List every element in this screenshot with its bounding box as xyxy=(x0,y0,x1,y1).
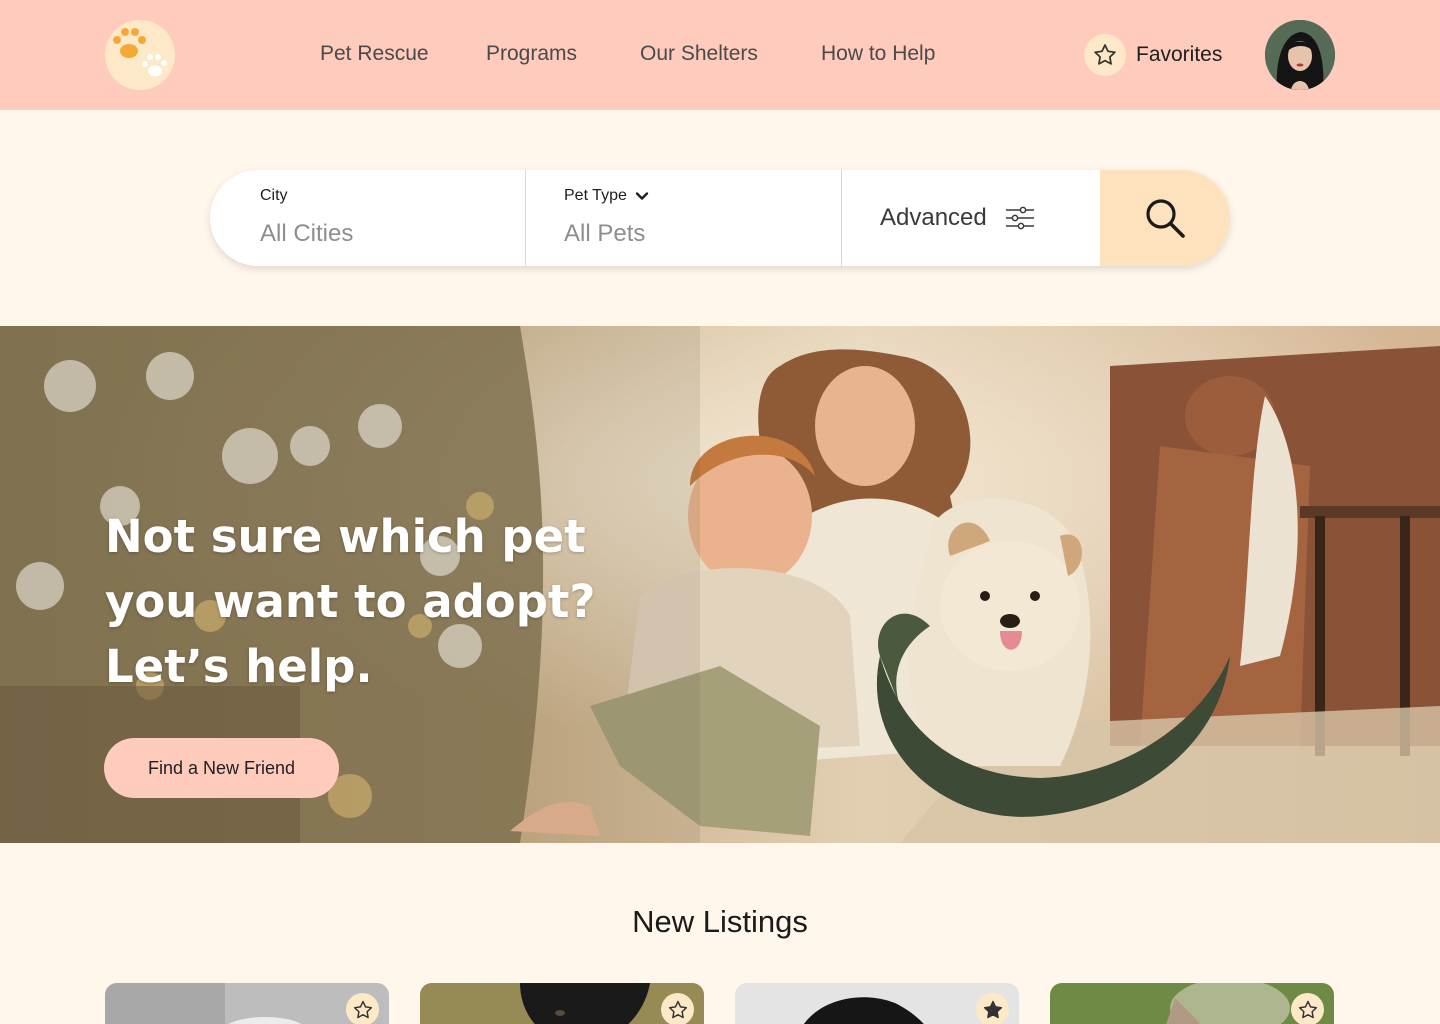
logo[interactable] xyxy=(105,20,175,90)
listing-card-2[interactable] xyxy=(420,983,704,1024)
hero-headline-line-1: Not sure which pet xyxy=(105,510,586,563)
star-outline-icon xyxy=(1084,34,1126,76)
search-icon xyxy=(1146,199,1185,238)
nav-how-to-help[interactable]: How to Help xyxy=(821,42,935,66)
pet-type-dropdown[interactable]: Pet Type All Pets xyxy=(526,170,842,266)
sliders-icon xyxy=(1005,206,1034,230)
advanced-label: Advanced xyxy=(880,204,987,231)
city-field[interactable]: City All Cities xyxy=(210,170,526,266)
star-outline-icon xyxy=(1298,1000,1317,1018)
user-avatar[interactable] xyxy=(1265,20,1335,90)
star-outline-icon xyxy=(353,1000,372,1018)
listing-card-3[interactable] xyxy=(735,983,1019,1024)
chevron-down-icon xyxy=(635,192,649,200)
pet-type-label: Pet Type xyxy=(564,187,650,205)
card-favorite-toggle[interactable] xyxy=(1291,993,1324,1024)
favorites-button[interactable]: Favorites xyxy=(1084,34,1222,76)
search-button[interactable] xyxy=(1100,170,1230,266)
listing-card-1[interactable] xyxy=(105,983,389,1024)
city-label: City xyxy=(260,187,288,204)
star-filled-icon xyxy=(983,1000,1002,1018)
city-value[interactable]: All Cities xyxy=(260,220,353,248)
hero-headline-line-3: Let’s help. xyxy=(105,640,373,693)
hero-headline-line-2: you want to adopt? xyxy=(105,575,596,628)
listing-card-4[interactable] xyxy=(1050,983,1334,1024)
advanced-filters-button[interactable]: Advanced xyxy=(842,170,1100,266)
find-new-friend-button[interactable]: Find a New Friend xyxy=(104,738,339,798)
hero-banner: Not sure which pet you want to adopt? Le… xyxy=(0,326,1440,843)
nav-programs[interactable]: Programs xyxy=(486,42,577,66)
paw-print-icon xyxy=(113,28,167,77)
pet-type-value: All Pets xyxy=(564,220,646,247)
star-outline-icon xyxy=(668,1000,687,1018)
search-bar: City All Cities Pet Type All Pets Advanc… xyxy=(210,170,1230,266)
card-favorite-toggle[interactable] xyxy=(661,993,694,1024)
nav-our-shelters[interactable]: Our Shelters xyxy=(640,42,758,66)
nav-pet-rescue[interactable]: Pet Rescue xyxy=(320,42,429,66)
new-listings-title: New Listings xyxy=(632,904,808,939)
favorites-label: Favorites xyxy=(1136,43,1223,66)
card-favorite-toggle[interactable] xyxy=(346,993,379,1024)
hero-headline: Not sure which pet you want to adopt? Le… xyxy=(105,504,625,699)
top-header: Pet Rescue Programs Our Shelters How to … xyxy=(0,0,1440,110)
card-favorite-toggle[interactable] xyxy=(976,993,1009,1024)
